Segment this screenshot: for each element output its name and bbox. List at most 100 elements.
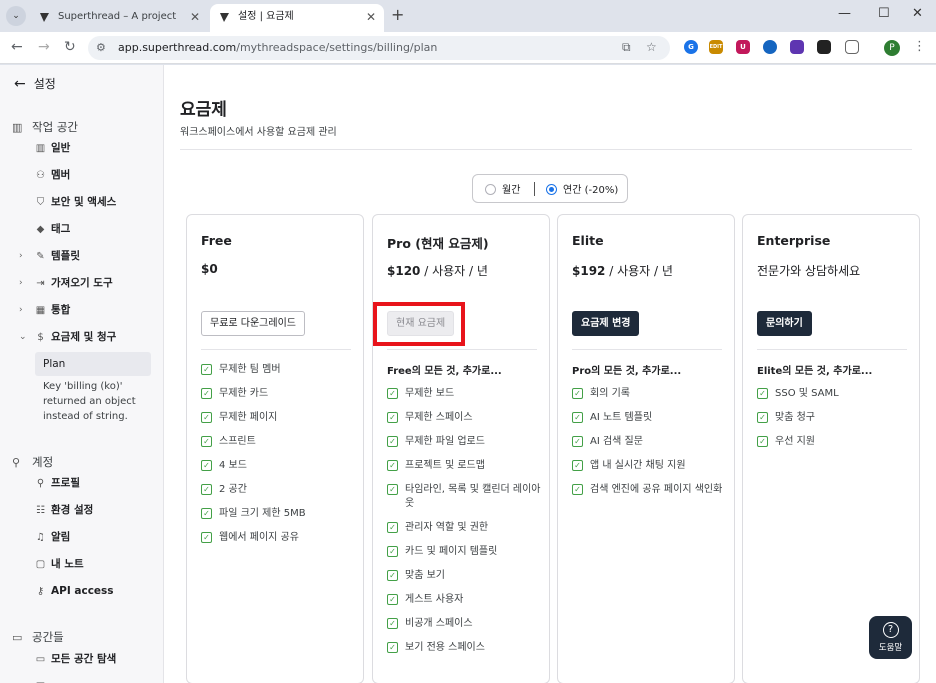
sidebar-item-space[interactable]: ▭ xyxy=(34,673,152,683)
superthread-favicon-icon xyxy=(220,13,229,22)
yearly-option[interactable]: 연간 (-20%) xyxy=(546,181,618,196)
list-item: ✓ AI 노트 템플릿 xyxy=(572,411,728,425)
plan-card-free: Free $0 무료로 다운그레이드 ✓ 무제한 팀 멤버 ✓ 무제한 카드 ✓ 무제… xyxy=(186,214,364,683)
close-tab-icon[interactable]: ✕ xyxy=(190,4,200,30)
sidebar-item-plan[interactable]: Plan xyxy=(35,352,151,376)
browser-tab-superthread[interactable]: Superthread – A project mana ✕ xyxy=(30,4,208,32)
yearly-radio[interactable] xyxy=(546,184,557,195)
ext-shield-icon[interactable] xyxy=(763,40,777,54)
downgrade-button[interactable]: 무료로 다운그레이드 xyxy=(201,311,305,336)
bookmark-star-icon[interactable]: ☆ xyxy=(646,40,657,54)
sidebar-item-api-access[interactable]: ⚷ API access xyxy=(34,580,152,602)
back-to-app-link[interactable]: ← 설정 xyxy=(14,75,56,92)
chevron-right-icon[interactable]: › xyxy=(19,272,23,294)
ext-dark-icon[interactable] xyxy=(817,40,831,54)
check-icon: ✓ xyxy=(201,412,212,423)
check-icon: ✓ xyxy=(387,460,398,471)
profile-avatar[interactable]: P xyxy=(884,40,900,56)
list-item: ✓ 비공개 스페이스 xyxy=(387,617,543,631)
divider xyxy=(572,349,722,350)
browser-tab-strip: ⌄ Superthread – A project mana ✕ 설정 | 요금… xyxy=(0,0,936,32)
list-item: ✓ 게스트 사용자 xyxy=(387,593,543,607)
folder-icon: ▭ xyxy=(35,654,46,665)
plan-name: Enterprise xyxy=(757,233,831,248)
reload-icon[interactable]: ↻ xyxy=(64,39,76,55)
list-item: ✓ 무제한 파일 업로드 xyxy=(387,435,543,449)
sidebar-item-tags[interactable]: ◆ 태그 xyxy=(34,218,152,240)
site-info-icon[interactable]: ⚙ xyxy=(96,41,106,54)
nav-label: 태그 xyxy=(51,223,71,235)
yearly-label: 연간 (-20%) xyxy=(563,185,619,196)
check-icon: ✓ xyxy=(387,484,398,495)
check-icon: ✓ xyxy=(387,436,398,447)
section-title: 공간들 xyxy=(32,630,64,644)
divider xyxy=(757,349,907,350)
sidebar-item-notifications[interactable]: ♫ 알림 xyxy=(34,526,152,548)
person-icon: ⚲ xyxy=(12,456,21,469)
browser-tab-settings[interactable]: 설정 | 요금제 ✕ xyxy=(210,4,384,32)
monthly-option[interactable]: 월간 xyxy=(485,181,520,196)
tab-search-icon[interactable]: ⌄ xyxy=(6,6,26,26)
check-icon: ✓ xyxy=(572,388,583,399)
maximize-icon[interactable]: ☐ xyxy=(878,6,890,21)
forward-arrow-icon[interactable]: → xyxy=(38,39,50,55)
divider xyxy=(180,149,912,150)
list-item: ✓ 맞춤 보기 xyxy=(387,569,543,583)
nav-label: 일반 xyxy=(51,142,71,154)
price-suffix: / 사용자 / 년 xyxy=(605,264,673,278)
sidebar-item-general[interactable]: ▥ 일반 xyxy=(34,137,152,159)
ext-orange-icon[interactable]: EDIT xyxy=(709,40,723,54)
check-icon: ✓ xyxy=(201,532,212,543)
highlight-annotation xyxy=(373,302,465,346)
sidebar-item-preferences[interactable]: ☷ 환경 설정 xyxy=(34,499,152,521)
sidebar-item-import[interactable]: › ⇥ 가져오기 도구 xyxy=(19,272,152,294)
nav-label: 멤버 xyxy=(51,169,71,181)
sidebar-item-billing[interactable]: ⌄ $ 요금제 및 청구 xyxy=(19,326,152,348)
contact-us-button[interactable]: 문의하기 xyxy=(757,311,812,336)
sidebar-item-security[interactable]: ⛉ 보안 및 액세스 xyxy=(34,191,152,213)
close-window-icon[interactable]: ✕ xyxy=(912,6,923,21)
back-arrow-icon: ← xyxy=(14,76,26,92)
plan-name: Pro (현재 요금제) xyxy=(387,236,489,251)
new-tab-button[interactable]: + xyxy=(391,5,404,24)
sidebar-item-profile[interactable]: ⚲ 프로필 xyxy=(34,472,152,494)
sidebar-item-integrations[interactable]: › ▦ 통합 xyxy=(19,299,152,321)
help-button[interactable]: ? 도움말 xyxy=(869,616,912,659)
close-tab-icon[interactable]: ✕ xyxy=(366,4,376,30)
browser-menu-icon[interactable]: ⋮ xyxy=(913,39,926,54)
back-arrow-icon[interactable]: ← xyxy=(11,39,23,55)
list-item: ✓ 관리자 역할 및 권한 xyxy=(387,521,543,535)
chevron-right-icon[interactable]: › xyxy=(19,299,23,321)
extensions-puzzle-icon[interactable] xyxy=(845,40,859,54)
grid-icon: ▦ xyxy=(35,305,46,316)
ext-purple-icon[interactable] xyxy=(790,40,804,54)
minimize-icon[interactable]: — xyxy=(838,6,851,21)
change-plan-button[interactable]: 요금제 변경 xyxy=(572,311,640,336)
list-item: ✓ 4 보드 xyxy=(201,459,357,473)
ext-blue-icon[interactable]: G xyxy=(684,40,698,54)
check-icon: ✓ xyxy=(387,412,398,423)
check-icon: ✓ xyxy=(572,436,583,447)
sidebar-item-my-notes[interactable]: ▢ 내 노트 xyxy=(34,553,152,575)
dollar-icon: $ xyxy=(37,332,44,343)
sidebar-item-members[interactable]: ⚇ 멤버 xyxy=(34,164,152,186)
price-suffix: / 사용자 / 년 xyxy=(420,264,488,278)
check-icon: ✓ xyxy=(572,460,583,471)
billing-plan-page: 요금제 워크스페이스에서 사용할 요금제 관리 월간 연간 (-20%) Fre… xyxy=(164,65,936,683)
sidebar-item-browse-spaces[interactable]: ▭ 모든 공간 탐색 xyxy=(34,648,152,670)
features-heading: Free의 모든 것, 추가로... xyxy=(387,366,502,377)
install-app-icon[interactable]: ⧉ xyxy=(622,40,631,55)
address-bar[interactable]: ⚙ app.superthread.com/mythreadspace/sett… xyxy=(88,36,670,60)
features-heading: Pro의 모든 것, 추가로... xyxy=(572,366,682,377)
chevron-right-icon[interactable]: › xyxy=(19,245,23,267)
list-item: ✓ 무제한 카드 xyxy=(201,387,357,401)
check-icon: ✓ xyxy=(201,508,212,519)
chevron-down-icon[interactable]: ⌄ xyxy=(19,326,27,348)
sidebar-item-templates[interactable]: › ✎ 템플릿 xyxy=(19,245,152,267)
check-icon: ✓ xyxy=(387,594,398,605)
template-icon: ✎ xyxy=(36,251,45,262)
list-item: ✓ SSO 및 SAML xyxy=(757,387,913,401)
monthly-radio[interactable] xyxy=(485,184,496,195)
ext-ublock-icon[interactable]: U xyxy=(736,40,750,54)
shield-icon: ⛉ xyxy=(36,197,45,208)
